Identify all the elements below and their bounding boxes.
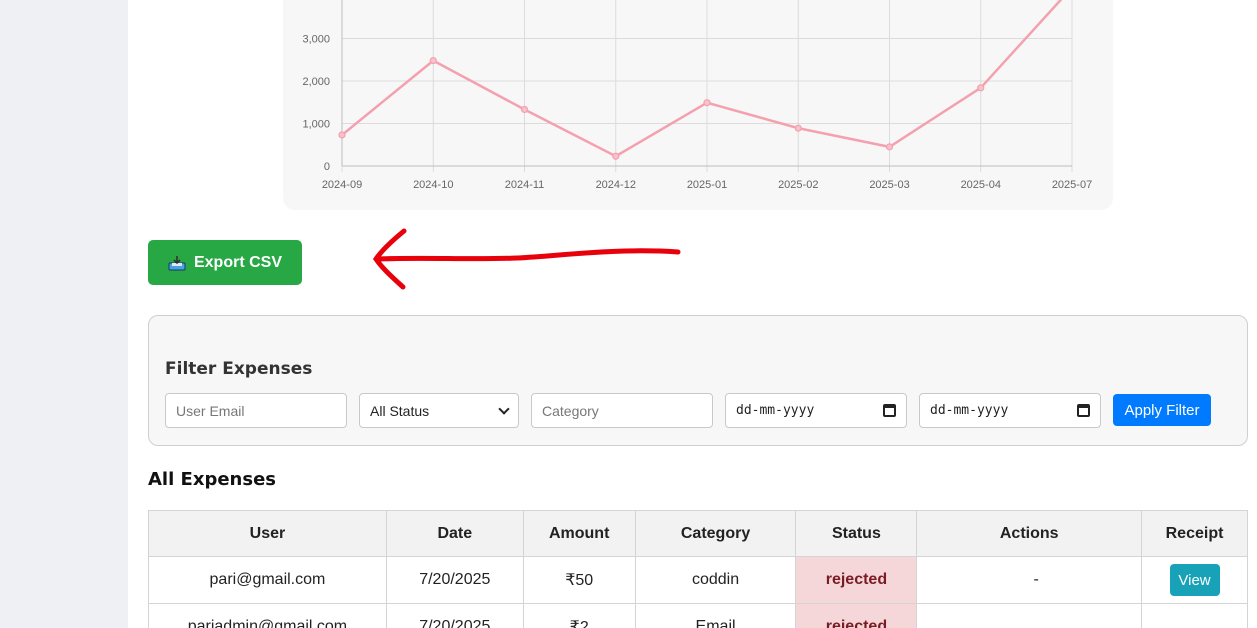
x-tick-label: 2024-10 — [413, 179, 453, 191]
cell-category: Email — [634, 603, 797, 628]
data-point — [794, 124, 802, 132]
status-select[interactable]: All Status — [359, 393, 519, 428]
y-tick-label: 2,000 — [302, 76, 330, 88]
all-expenses-title: All Expenses — [148, 469, 276, 490]
status-badge: rejected — [795, 603, 918, 628]
column-header: Date — [385, 510, 524, 557]
apply-filter-button[interactable]: Apply Filter — [1113, 394, 1211, 426]
table-header-row: User Date Amount Category Status Actions… — [148, 510, 1248, 557]
view-receipt-button[interactable]: View — [1169, 564, 1220, 596]
status-badge: rejected — [795, 556, 918, 604]
category-input[interactable] — [531, 393, 713, 428]
export-csv-button[interactable]: Export CSV — [148, 240, 302, 285]
x-tick-label: 2025-04 — [961, 179, 1001, 191]
table-row: pari@gmail.com 7/20/2025 ₹50 coddin reje… — [148, 556, 1248, 604]
column-header: Status — [795, 510, 918, 557]
date-to-input[interactable]: dd-mm-yyyy — [919, 393, 1101, 428]
main-panel: 0 1,000 2,000 3,000 2024-09 2024-10 2024-11 202… — [128, 0, 1257, 628]
cell-user: pariadmin@gmail.com — [148, 603, 387, 628]
column-header: User — [148, 510, 387, 557]
date-from-input[interactable]: dd-mm-yyyy — [725, 393, 907, 428]
cell-category: coddin — [634, 556, 797, 604]
y-tick-label: 1,000 — [302, 119, 330, 131]
cell-date: 7/20/2025 — [385, 556, 524, 604]
x-tick-label: 2025-01 — [687, 179, 727, 191]
data-point — [520, 105, 529, 114]
calendar-icon[interactable] — [883, 404, 896, 417]
filter-panel: Filter Expenses All Status dd-mm-yyyy dd… — [148, 315, 1248, 446]
cell-actions — [916, 603, 1143, 628]
chevron-down-icon — [498, 402, 510, 415]
cell-date: 7/20/2025 — [385, 603, 524, 628]
column-header: Amount — [522, 510, 636, 557]
date-from-value: dd-mm-yyyy — [736, 403, 815, 418]
date-to-value: dd-mm-yyyy — [930, 403, 1009, 418]
column-header: Category — [634, 510, 797, 557]
x-tick-label: 2024-11 — [505, 179, 545, 191]
y-tick-label: 3,000 — [302, 34, 330, 46]
export-csv-label: Export CSV — [193, 253, 282, 271]
data-point — [338, 131, 346, 139]
user-email-input[interactable] — [165, 393, 347, 428]
data-point — [885, 143, 894, 151]
x-tick-label: 2024-09 — [322, 179, 362, 191]
inbox-tray-icon — [168, 255, 186, 270]
data-point — [429, 56, 437, 65]
cell-receipt — [1141, 603, 1248, 628]
calendar-icon[interactable] — [1077, 404, 1090, 417]
data-point — [612, 152, 620, 160]
data-point — [977, 84, 985, 92]
x-tick-label: 2025-03 — [869, 179, 909, 191]
expenses-chart-card: 0 1,000 2,000 3,000 2024-09 2024-10 2024-11 202… — [283, 0, 1113, 210]
filter-title: Filter Expenses — [165, 359, 313, 379]
cell-receipt: View — [1141, 556, 1248, 604]
status-select-value: All Status — [370, 402, 430, 419]
column-header: Receipt — [1141, 510, 1248, 557]
y-tick-label: 0 — [324, 161, 330, 173]
red-arrow-annotation — [372, 228, 681, 290]
cell-amount: ₹50 — [522, 556, 636, 604]
expenses-line-chart: 0 1,000 2,000 3,000 2024-09 2024-10 2024-11 202… — [302, 0, 1092, 191]
cell-amount: ₹2 — [522, 603, 636, 628]
x-tick-label: 2025-02 — [778, 179, 818, 191]
x-tick-label: 2025-07 — [1052, 179, 1092, 191]
column-header: Actions — [916, 510, 1143, 557]
cell-user: pari@gmail.com — [148, 556, 387, 604]
data-point — [703, 99, 711, 107]
table-row: pariadmin@gmail.com 7/20/2025 ₹2 Email r… — [148, 603, 1248, 628]
x-tick-label: 2024-12 — [596, 179, 636, 191]
expenses-table: User Date Amount Category Status Actions… — [148, 510, 1248, 628]
cell-actions: - — [916, 556, 1143, 604]
